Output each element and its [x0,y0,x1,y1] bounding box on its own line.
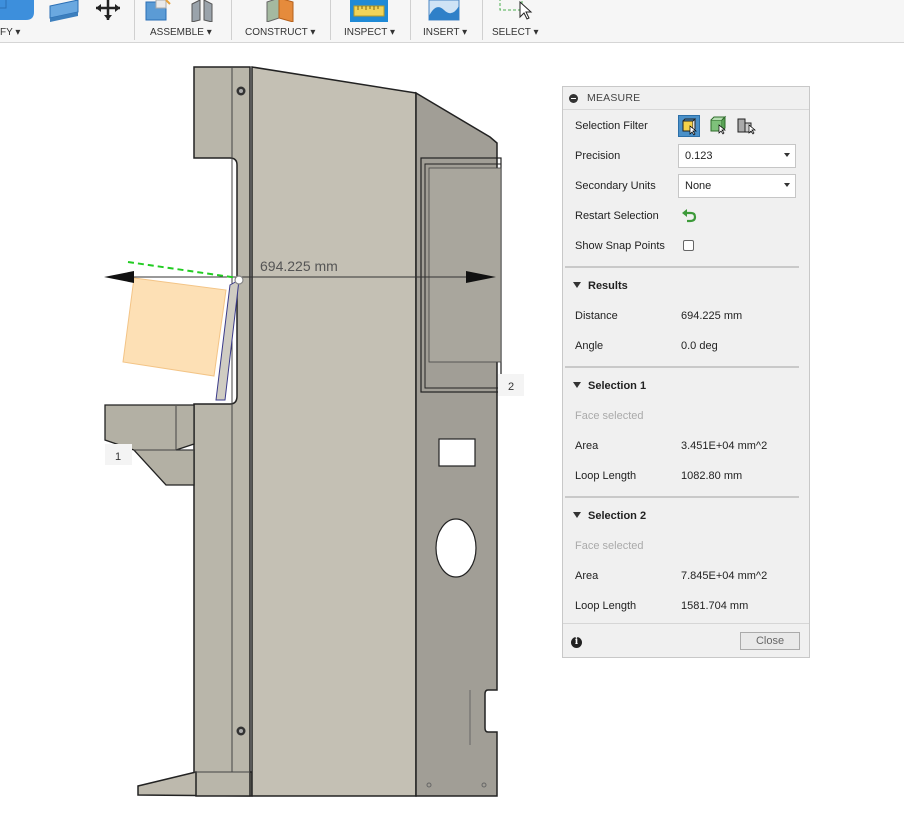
toolbar-group-select[interactable]: SELECT ▾ [484,0,548,42]
selection-2-loop-value: 1581.704 mm [681,600,749,612]
results-section-header[interactable]: Results [573,280,628,292]
selection-2-status: Face selected [575,540,644,552]
move-icon[interactable] [92,0,124,22]
precision-label: Precision [575,150,621,162]
selection-1-area-value: 3.451E+04 mm^2 [681,440,768,452]
toolbar-group-assemble[interactable]: ASSEMBLE ▾ [136,0,228,42]
model-round-cutout[interactable] [435,518,477,578]
collapse-icon[interactable] [569,94,578,103]
toolbar-group-inspect[interactable]: INSPECT ▾ [332,0,408,42]
selection-2-area-value: 7.845E+04 mm^2 [681,570,768,582]
snap-point[interactable] [234,275,244,285]
show-snap-points-label: Show Snap Points [575,240,665,252]
close-button[interactable]: Close [740,632,800,650]
toolbar-label-inspect[interactable]: INSPECT ▾ [344,27,395,38]
toolbar-separator [330,0,331,40]
toolbar-separator [134,0,135,40]
collapse-triangle-icon [573,382,581,388]
precision-value: 0.123 [685,150,713,162]
toolbar-label-select[interactable]: SELECT ▾ [492,27,539,38]
filter-component-button[interactable] [735,115,757,137]
toolbar-group-insert[interactable]: INSERT ▾ [412,0,480,42]
model-left-flange[interactable] [193,66,251,797]
selection-1-loop-value: 1082.80 mm [681,470,743,482]
dropdown-arrow-icon [784,183,790,187]
model-rect-cutout[interactable] [438,438,476,467]
selection-2-area-label: Area [575,570,599,582]
selection-2-loop-label: Loop Length [575,600,637,612]
measure-ruler-icon[interactable] [350,0,388,22]
toolbar-label-assemble[interactable]: ASSEMBLE ▾ [150,27,212,38]
selection-marker-1-label: 1 [115,451,121,463]
secondary-units-dropdown[interactable]: None [678,174,796,198]
dimension-extension-green [127,261,239,279]
collapse-triangle-icon [573,282,581,288]
measure-panel-header[interactable]: MEASURE [563,87,809,110]
section-divider [565,266,799,268]
selection-1-loop-label: Loop Length [575,470,637,482]
toolbar-separator [231,0,232,40]
filter-body-icon [710,115,727,135]
modify-fillet-icon[interactable] [0,0,40,22]
toolbar-separator [482,0,483,40]
secondary-units-label: Secondary Units [575,180,656,192]
toolbar-group-construct[interactable]: CONSTRUCT ▾ [233,0,328,42]
selection-filter-label: Selection Filter [575,120,648,132]
results-heading: Results [588,280,628,292]
section-divider [565,496,799,498]
collapse-triangle-icon [573,512,581,518]
selection-1-status: Face selected [575,410,644,422]
precision-dropdown[interactable]: 0.123 [678,144,796,168]
selection-marker-2-label: 2 [508,381,514,393]
filter-face-button[interactable] [678,115,700,137]
model-main-panel[interactable] [251,66,417,797]
dimension-arrow-left [104,271,134,283]
measure-panel-title: MEASURE [587,92,641,104]
modify-press-pull-icon[interactable] [48,0,82,22]
restart-selection-label: Restart Selection [575,210,659,222]
selection-1-section-header[interactable]: Selection 1 [573,380,646,392]
toolbar-label-construct[interactable]: CONSTRUCT ▾ [245,27,315,38]
filter-body-button[interactable] [707,115,729,137]
selection-1-face[interactable] [122,277,227,377]
toolbar-label-modify[interactable]: FY ▾ [0,27,20,38]
toolbar-separator [410,0,411,40]
distance-value: 694.225 mm [681,310,743,322]
selection-1-area-label: Area [575,440,599,452]
section-divider [565,366,799,368]
dimension-label: 694.225 mm [260,258,338,274]
secondary-units-value: None [685,180,712,192]
filter-component-icon [737,118,756,135]
toolbar: FY ▾ ASSEMBLE ▾ CONSTRUCT ▾ INSPECT ▾ IN… [0,0,904,43]
construct-plane-icon[interactable] [263,0,299,22]
angle-value: 0.0 deg [681,340,718,352]
measure-panel-footer: i Close [563,623,809,658]
distance-label: Distance [575,310,618,322]
dropdown-arrow-icon [784,153,790,157]
info-icon[interactable]: i [571,637,582,648]
joint-icon[interactable] [188,0,218,22]
toolbar-label-insert[interactable]: INSERT ▾ [423,27,467,38]
restart-selection-icon[interactable] [681,207,697,223]
selection-2-heading: Selection 2 [588,510,647,522]
selection-2-section-header[interactable]: Selection 2 [573,510,646,522]
insert-image-icon[interactable] [428,0,460,22]
show-snap-points-checkbox[interactable] [683,240,694,251]
new-component-icon[interactable] [144,0,174,22]
filter-face-icon [682,117,697,136]
selection-1-heading: Selection 1 [588,380,647,392]
angle-label: Angle [575,340,604,352]
measure-panel: MEASURE Selection Filter Precision 0.123 [562,86,810,658]
select-window-icon[interactable] [498,0,534,22]
toolbar-group-modify[interactable]: FY ▾ [0,0,132,42]
